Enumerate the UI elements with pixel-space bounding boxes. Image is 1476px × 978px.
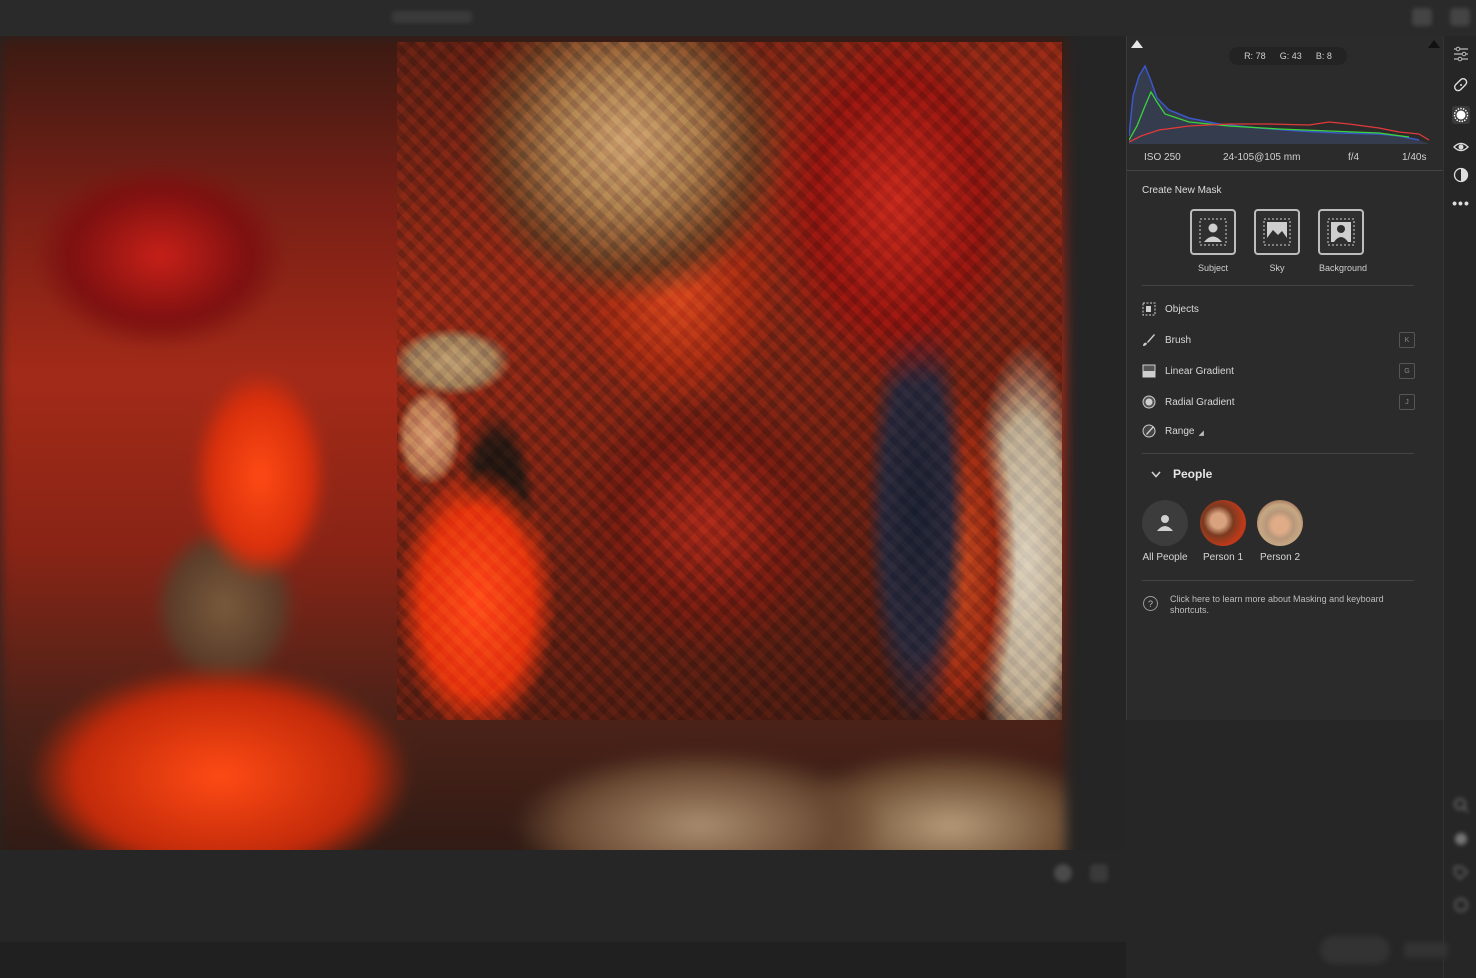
presets-icon[interactable] [1452,166,1470,184]
histogram: R: 78 G: 43 B: 8 ISO 250 24-105@105 mm f… [1129,36,1442,170]
tool-objects[interactable]: Objects [1141,298,1415,320]
person-all-people[interactable]: All People [1142,500,1188,563]
linear-gradient-icon [1141,363,1157,379]
sky-mask-button[interactable] [1254,209,1300,255]
subject-mask-button[interactable] [1190,209,1236,255]
more-options-icon[interactable]: ••• [1452,194,1470,212]
brush-icon [1141,332,1157,348]
background-mask-button[interactable] [1318,209,1364,255]
person-2[interactable]: Person 2 [1257,500,1303,563]
divider [1142,453,1414,454]
tool-range[interactable]: Range ◢ [1141,420,1415,442]
person-label: Person 1 [1202,552,1244,563]
create-mask-title: Create New Mask [1142,185,1222,196]
iso-value: ISO 250 [1144,152,1181,163]
blue-value: B: 8 [1315,51,1332,61]
red-eye-icon[interactable] [1452,138,1470,156]
blurred-hand-icon[interactable] [1452,830,1470,848]
tool-strip: ••• [1443,36,1476,978]
healing-icon[interactable] [1452,76,1470,94]
people-section-header[interactable]: People [1151,467,1212,481]
people-title: People [1173,467,1213,481]
blurred-reset-button[interactable] [1404,942,1448,958]
rgb-readout: R: 78 G: 43 B: 8 [1229,47,1347,65]
blurred-zoom-icon[interactable] [1452,796,1470,814]
carpet-pattern-overlay [397,42,1062,720]
tool-label: Linear Gradient [1165,365,1234,377]
blurred-grid-icon[interactable] [1090,864,1108,882]
photo-canvas[interactable] [0,36,1126,886]
person-label: Person 2 [1259,552,1301,563]
green-value: G: 43 [1279,51,1302,61]
tool-brush[interactable]: Brush K [1141,329,1415,351]
shadow-clipping-toggle[interactable] [1131,40,1143,48]
blurred-toggle[interactable] [1320,936,1390,964]
tool-label: Objects [1165,303,1199,315]
red-value: R: 78 [1244,51,1266,61]
top-bar [0,0,1476,36]
tool-label: Range [1165,425,1195,437]
divider [1127,170,1444,171]
tool-label: Radial Gradient [1165,396,1235,408]
blurred-cloud-icon[interactable] [1412,8,1432,26]
shortcut-key: G [1399,363,1415,379]
photo-sharp-area [397,42,1062,720]
masking-panel: R: 78 G: 43 B: 8 ISO 250 24-105@105 mm f… [1126,36,1444,720]
subject-label: Subject [1197,263,1229,273]
masking-icon[interactable] [1452,106,1470,124]
help-text: Click here to learn more about Masking a… [1170,594,1384,615]
person-1-thumbnail [1200,500,1246,546]
camera-info: ISO 250 24-105@105 mm f/4 1/40s [1129,148,1444,168]
help-icon: ? [1143,596,1158,611]
range-icon [1141,423,1157,439]
person-2-thumbnail [1257,500,1303,546]
background-label: Background [1318,263,1368,273]
shutter-value: 1/40s [1402,152,1427,163]
range-dropdown-icon[interactable]: ◢ [1198,429,1203,437]
sky-label: Sky [1269,263,1285,273]
lens-value: 24-105@105 mm [1223,152,1301,163]
shortcut-key: K [1399,332,1415,348]
blurred-window-title [392,11,472,23]
tool-radial-gradient[interactable]: Radial Gradient J [1141,391,1415,413]
people-icon [1157,515,1173,531]
panel-empty-area [1126,720,1443,978]
tool-label: Brush [1165,334,1192,346]
radial-gradient-icon [1141,394,1157,410]
highlight-clipping-toggle[interactable] [1428,40,1440,48]
divider [1142,285,1414,286]
background-icon [1327,218,1355,246]
blurred-tag-icon[interactable] [1452,864,1470,882]
person-1[interactable]: Person 1 [1200,500,1246,563]
filmstrip-bar [0,850,1126,942]
person-label: All People [1142,552,1188,563]
sky-icon [1263,218,1291,246]
all-people-thumbnail [1142,500,1188,546]
subject-icon [1199,218,1227,246]
aperture-value: f/4 [1348,152,1360,163]
chevron-down-icon [1151,467,1161,481]
tool-linear-gradient[interactable]: Linear Gradient G [1141,360,1415,382]
divider [1142,580,1414,581]
blurred-info-icon[interactable] [1452,896,1470,914]
blurred-zoom-icon[interactable] [1054,864,1072,882]
masking-help-link[interactable]: ? Click here to learn more about Masking… [1143,594,1415,616]
blurred-edit-icon[interactable] [1450,8,1470,26]
edit-sliders-icon[interactable] [1452,45,1470,63]
shortcut-key: J [1399,394,1415,410]
objects-icon [1141,301,1157,317]
